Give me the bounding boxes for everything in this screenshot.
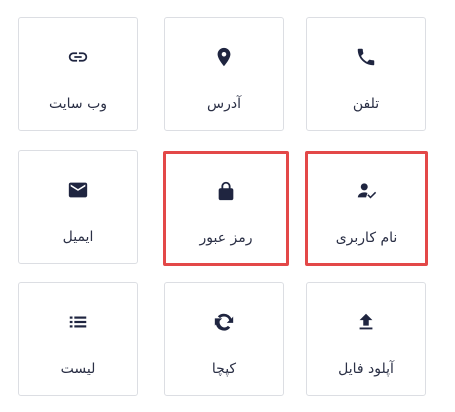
- form-field-palette: تلفن آدرس وب سایت نام کاربری رمز عبور ای…: [0, 0, 455, 412]
- field-tile-label: تلفن: [352, 96, 380, 112]
- field-tile-email[interactable]: ایمیل: [18, 150, 138, 264]
- field-tile-website[interactable]: وب سایت: [18, 17, 138, 131]
- field-tile-address[interactable]: آدرس: [164, 17, 284, 131]
- field-tile-label: لیست: [60, 361, 96, 377]
- field-tile-username[interactable]: نام کاربری: [305, 151, 428, 266]
- envelope-icon: [67, 179, 89, 201]
- field-tile-label: کپچا: [211, 361, 237, 377]
- field-tile-password[interactable]: رمز عبور: [163, 151, 289, 266]
- field-tile-phone[interactable]: تلفن: [306, 17, 426, 131]
- field-tile-label: رمز عبور: [199, 230, 253, 246]
- list-icon: [67, 311, 89, 333]
- phone-icon: [355, 46, 377, 68]
- field-tile-label: نام کاربری: [335, 230, 398, 246]
- user-check-icon: [356, 180, 378, 202]
- lock-icon: [215, 180, 237, 202]
- field-tile-label: وب سایت: [48, 96, 108, 112]
- recaptcha-icon: [213, 311, 235, 333]
- field-tile-captcha[interactable]: کپچا: [164, 282, 284, 396]
- upload-icon: [355, 311, 377, 333]
- field-tile-list[interactable]: لیست: [18, 282, 138, 396]
- field-tile-file-upload[interactable]: آپلود فایل: [306, 282, 426, 396]
- map-pin-icon: [213, 46, 235, 68]
- field-tile-label: آدرس: [207, 96, 241, 112]
- link-icon: [67, 46, 89, 68]
- field-tile-label: آپلود فایل: [338, 361, 394, 377]
- field-tile-label: ایمیل: [62, 229, 94, 245]
